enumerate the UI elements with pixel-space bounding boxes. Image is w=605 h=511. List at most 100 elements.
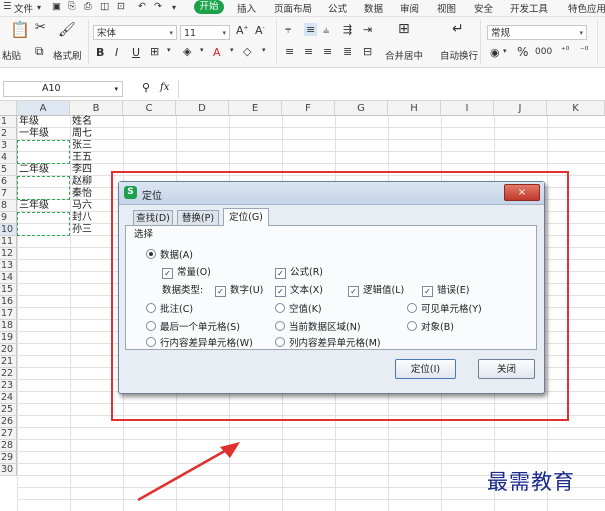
col-header-B[interactable]: B [70,101,123,116]
align-center-icon[interactable]: ≡ [304,45,313,58]
col-header-H[interactable]: H [388,101,441,116]
col-header-F[interactable]: F [282,101,335,116]
percent-button[interactable]: % [517,45,528,59]
preview-icon[interactable]: ◫ [100,1,109,12]
radio-row-differences[interactable]: 行内容差异单元格(W) [146,337,253,350]
row-header-6[interactable]: 6 [0,176,17,188]
row-header-16[interactable]: 16 [0,296,17,308]
tab-insert[interactable]: 插入 [237,1,256,15]
fill-color-icon[interactable]: ◈ [183,45,191,58]
bold-icon[interactable]: B [96,46,104,59]
comma-style-button[interactable]: 000 [535,47,552,57]
fx-button[interactable]: fx [160,82,169,93]
number-format-select[interactable]: 常规 ▾ [487,25,587,40]
dialog-titlebar[interactable]: S 定位 × [119,182,544,205]
row-header-5[interactable]: 5 [0,164,17,176]
row-header-9[interactable]: 9 [0,212,17,224]
checkbox-numbers[interactable]: ✓ 数字(U) [215,285,263,297]
wrap-text-button[interactable]: 自动换行 [440,48,478,62]
col-header-G[interactable]: G [335,101,388,116]
col-header-E[interactable]: E [229,101,282,116]
row-header-12[interactable]: 12 [0,248,17,260]
close-icon[interactable]: × [504,184,540,201]
tab-replace[interactable]: 替换(P) [177,210,219,225]
row-header-17[interactable]: 17 [0,308,17,320]
row-header-24[interactable]: 24 [0,392,17,404]
increase-decimal-icon[interactable]: ⁺⁰ [561,46,569,56]
row-header-7[interactable]: 7 [0,188,17,200]
paste-icon[interactable]: 📋 [10,20,30,39]
row-header-28[interactable]: 28 [0,440,17,452]
cell-B3[interactable]: 张三 [72,140,92,152]
row-header-8[interactable]: 8 [0,200,17,212]
cell-B5[interactable]: 李四 [72,164,92,176]
row-header-15[interactable]: 15 [0,284,17,296]
save-icon[interactable]: ▣ [52,1,61,12]
row-header-10[interactable]: 10 [0,224,17,236]
checkbox-text[interactable]: ✓ 文本(X) [275,285,323,297]
checkbox-errors[interactable]: ✓ 错误(E) [422,285,469,297]
tab-goto[interactable]: 定位(G) [223,208,269,226]
align-left-icon[interactable]: ≡ [285,45,294,58]
merge-center-icon[interactable]: ⊞ [398,21,410,37]
radio-column-differences[interactable]: 列内容差异单元格(M) [275,337,381,350]
cell-A8[interactable]: 三年级 [19,200,49,212]
radio-data[interactable]: 数据(A) [146,249,193,262]
tab-page-layout[interactable]: 页面布局 [274,1,312,15]
currency-icon[interactable]: ◉ [490,46,500,59]
goto-button[interactable]: 定位(I) [395,359,456,379]
col-header-C[interactable]: C [123,101,176,116]
cell-A2[interactable]: 一年级 [19,128,49,140]
row-header-2[interactable]: 2 [0,128,17,140]
borders-dropdown-icon[interactable]: ▾ [167,46,171,54]
col-header-D[interactable]: D [176,101,229,116]
tab-find[interactable]: 查找(D) [133,210,173,225]
cell-A5[interactable]: 二年级 [19,164,49,176]
text-direction-icon[interactable]: ⇶ [343,23,352,36]
paste-button[interactable]: 粘贴 [2,48,21,62]
align-right-icon[interactable]: ≡ [323,45,332,58]
radio-current-region[interactable]: 当前数据区域(N) [275,321,361,334]
row-header-13[interactable]: 13 [0,260,17,272]
align-middle-icon[interactable]: ≡ [304,23,318,36]
tab-data[interactable]: 数据 [364,1,383,15]
redo-icon[interactable]: ↷ [154,1,162,12]
tab-review[interactable]: 审阅 [400,1,419,15]
indent-icon[interactable]: ⇥ [363,23,372,36]
tab-formulas[interactable]: 公式 [328,1,347,15]
tab-special[interactable]: 特色应用 [568,1,605,15]
cell-B2[interactable]: 周七 [72,128,92,140]
cell-A1[interactable]: 年级 [19,116,39,128]
row-header-23[interactable]: 23 [0,380,17,392]
name-box[interactable]: A10 ▾ [3,81,123,97]
cell-B8[interactable]: 马六 [72,200,92,212]
font-size-select[interactable]: 11 ▾ [180,25,230,40]
export-pdf-icon[interactable]: ⎘ [68,1,76,12]
chevron-down-icon[interactable]: ▾ [37,3,41,12]
row-header-18[interactable]: 18 [0,320,17,332]
cell-B6[interactable]: 赵柳 [72,176,92,188]
row-header-11[interactable]: 11 [0,236,17,248]
format-painter-button[interactable]: 格式刷 [53,48,82,62]
row-header-4[interactable]: 4 [0,152,17,164]
checkbox-formulas[interactable]: ✓ 公式(R) [275,267,323,279]
underline-icon[interactable]: U [132,46,140,59]
print-icon[interactable]: ⎙ [84,1,92,12]
row-header-21[interactable]: 21 [0,356,17,368]
undo-icon[interactable]: ↶ [138,1,146,12]
col-header-K[interactable]: K [547,101,605,116]
row-header-20[interactable]: 20 [0,344,17,356]
tab-start[interactable]: 开始 [194,0,224,14]
col-header-A[interactable]: A [17,101,70,116]
cell-B9[interactable]: 封八 [72,212,92,224]
row-header-27[interactable]: 27 [0,428,17,440]
italic-icon[interactable]: I [115,46,118,59]
row-header-22[interactable]: 22 [0,368,17,380]
checkbox-constants[interactable]: ✓ 常量(O) [162,267,211,279]
format-painter-icon[interactable]: 🖌 [58,22,76,38]
row-header-19[interactable]: 19 [0,332,17,344]
fill-dropdown-icon[interactable]: ▾ [200,46,204,54]
radio-visible-cells[interactable]: 可见单元格(Y) [407,303,482,316]
tab-developer[interactable]: 开发工具 [510,1,548,15]
row-header-26[interactable]: 26 [0,416,17,428]
